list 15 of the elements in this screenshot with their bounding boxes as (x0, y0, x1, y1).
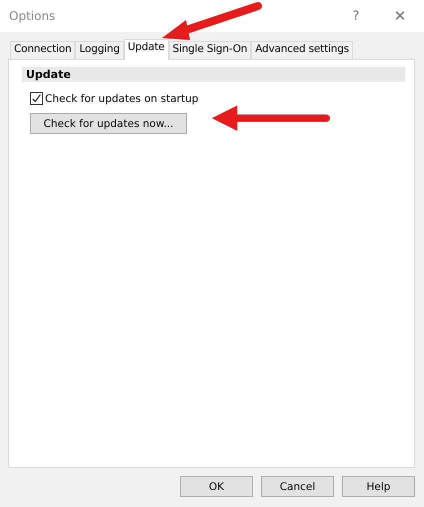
tab[interactable]: Single Sign-On (168, 41, 252, 59)
window-title: Options (8, 9, 56, 23)
help-button[interactable]: ? (334, 8, 378, 24)
tab[interactable]: Advanced settings (251, 41, 353, 59)
close-button[interactable]: ✕ (378, 7, 422, 25)
dialog-button[interactable]: Help (342, 476, 415, 497)
tab[interactable]: Update (124, 39, 169, 60)
section-header: Update (22, 67, 405, 82)
dialog-button[interactable]: OK (180, 476, 253, 497)
check-now-button[interactable]: Check for updates now... (30, 113, 187, 134)
dialog-button[interactable]: Cancel (261, 476, 334, 497)
checkbox[interactable] (30, 92, 43, 105)
tab[interactable]: Logging (75, 41, 124, 59)
checkbox-label: Check for updates on startup (45, 92, 198, 104)
tab[interactable]: Connection (10, 41, 76, 59)
